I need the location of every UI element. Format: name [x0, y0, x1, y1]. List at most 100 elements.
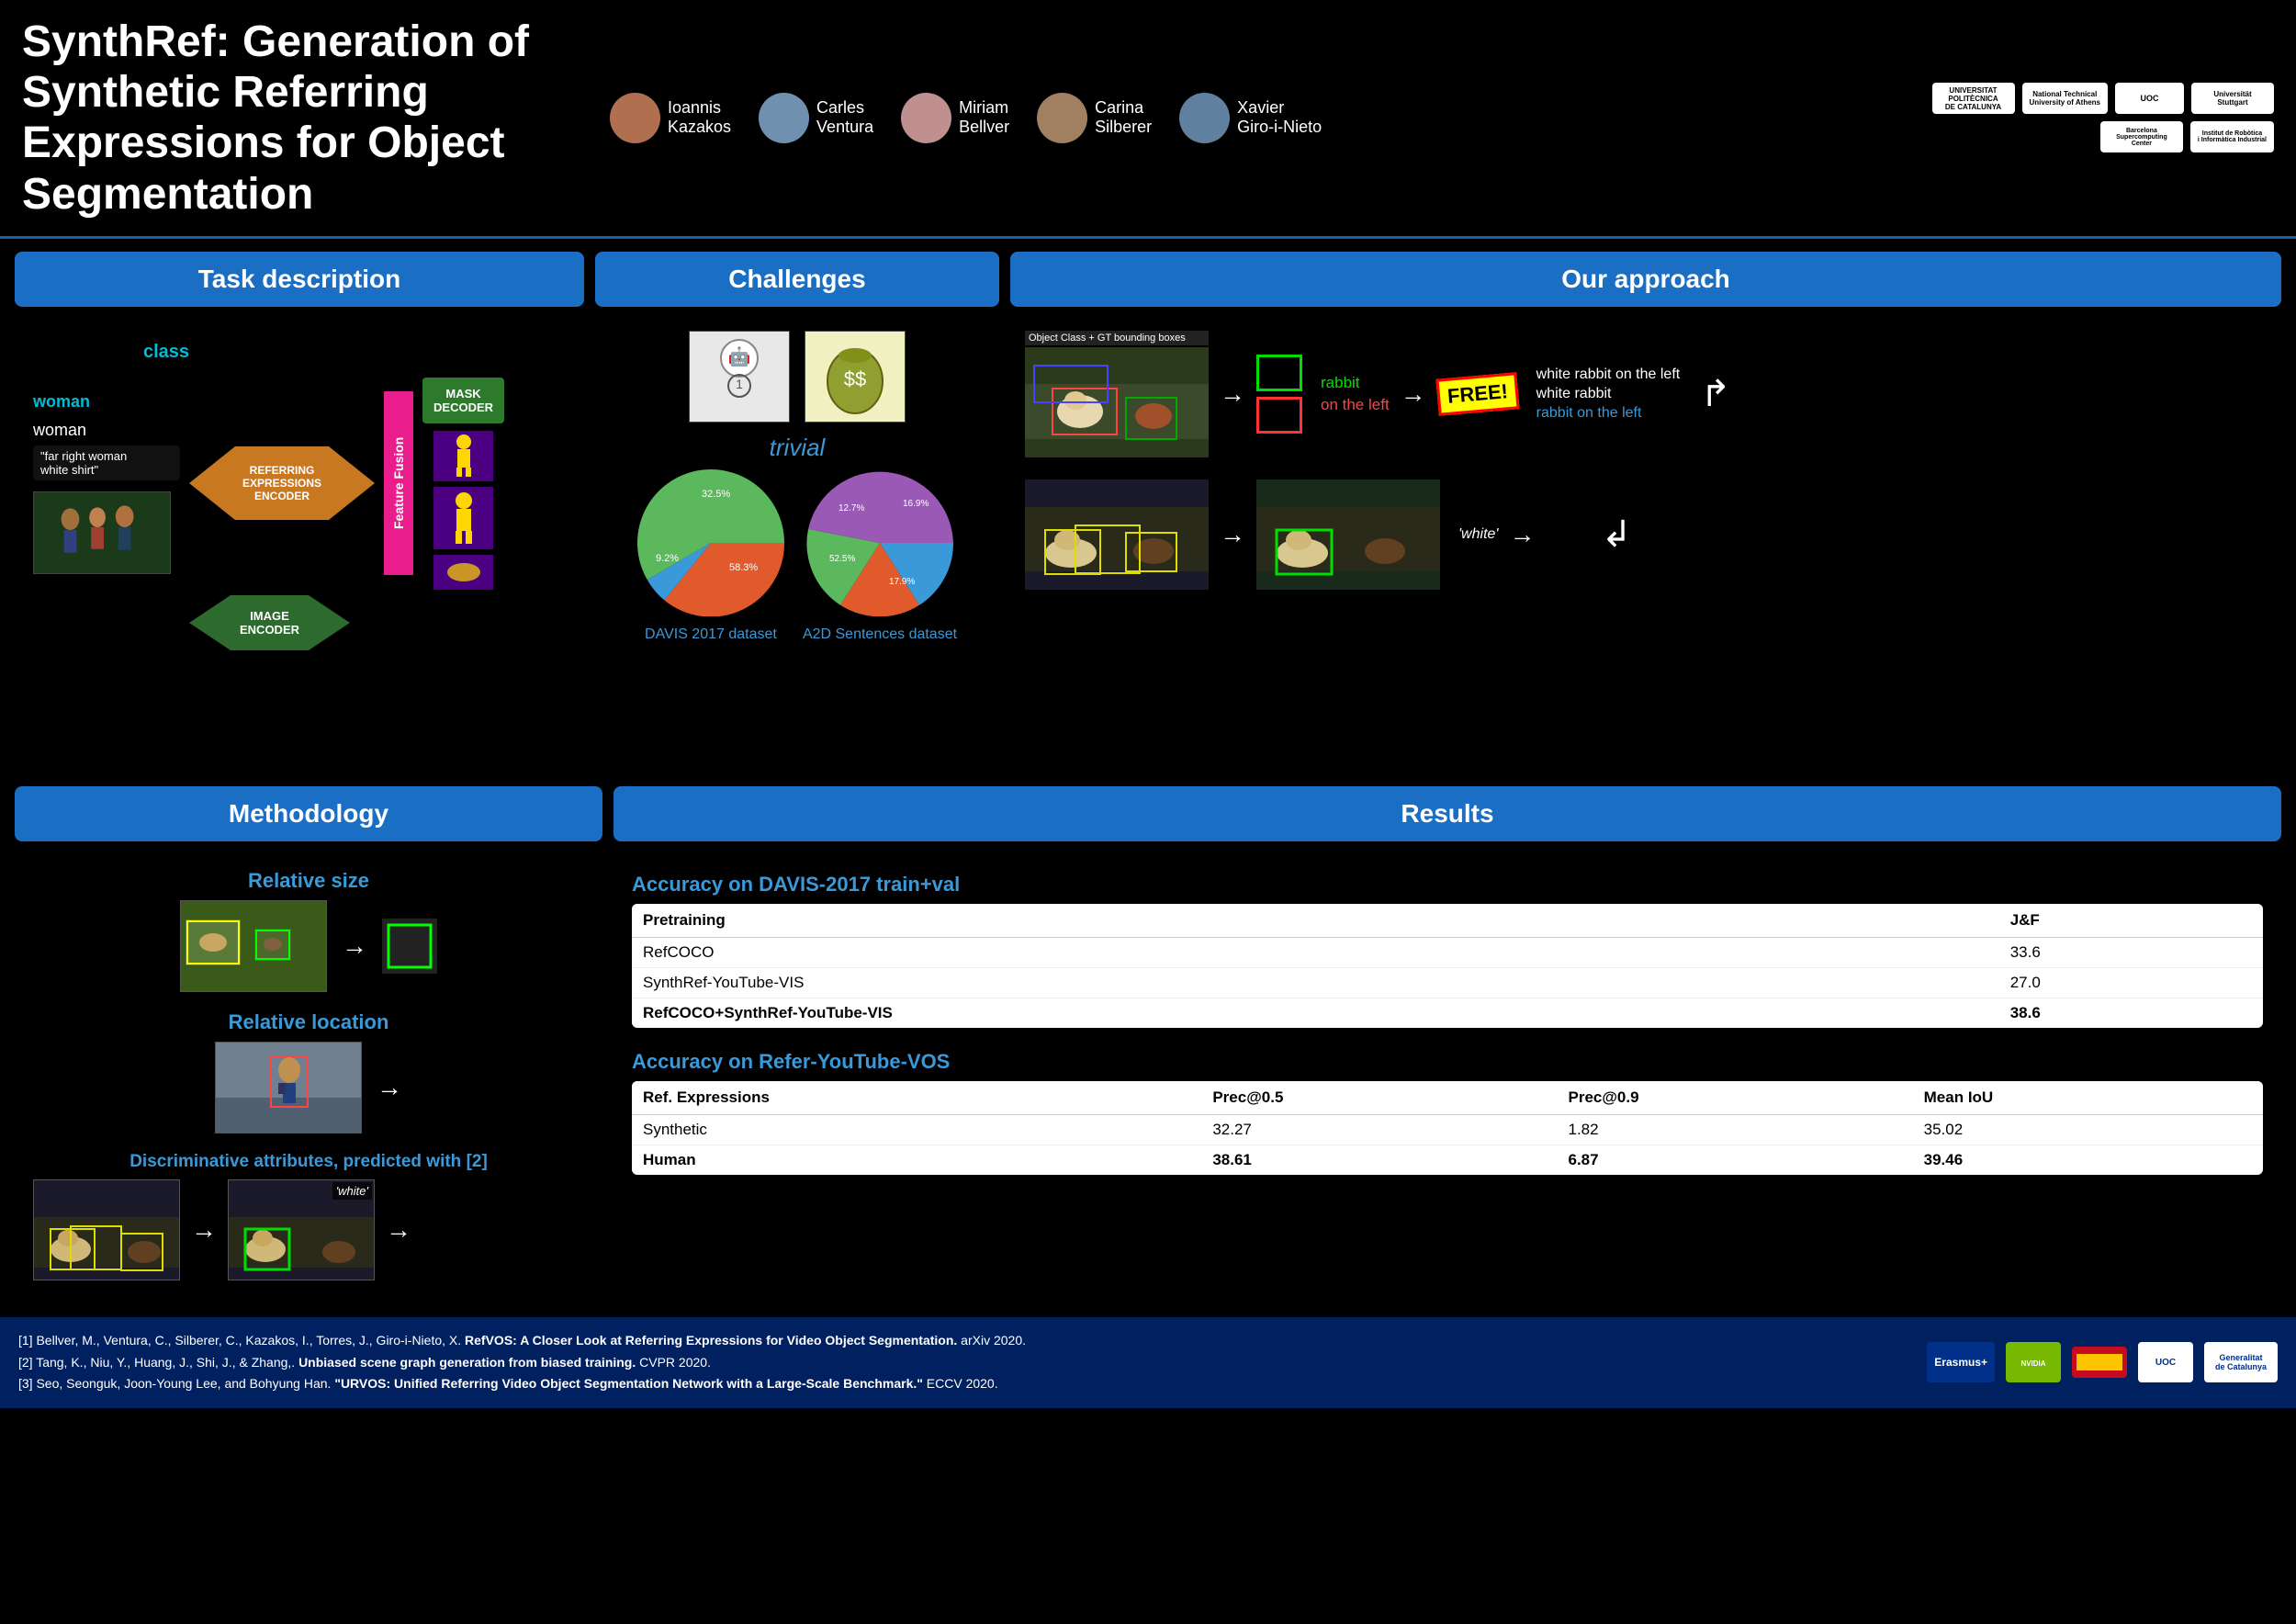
author-name-2: CarlesVentura	[816, 98, 873, 138]
table1-row3-col1: RefCOCO+SynthRef-YouTube-VIS	[632, 998, 1999, 1028]
result-text-2: white rabbit	[1536, 386, 1681, 402]
feature-fusion-bar: Feature Fusion	[384, 391, 413, 575]
author-name-1: IoannisKazakos	[668, 98, 731, 138]
approach-arrow-2: →	[1401, 379, 1426, 409]
results-table-1: Pretraining J&F RefCOCO 33.6 SynthRef-Yo…	[632, 904, 2263, 1028]
relative-size-subtitle: Relative size	[15, 869, 602, 893]
approach-arrow-3: →	[1220, 520, 1245, 549]
svg-text:🤖: 🤖	[728, 345, 751, 367]
footer: [1] Bellver, M., Ventura, C., Silberer, …	[0, 1317, 2296, 1408]
scene-output-bottom	[1256, 479, 1440, 590]
logo-upc: UNIVERSITATPOLITÈCNICADE CATALUNYA	[1932, 83, 2015, 114]
table2-row-synthetic: Synthetic 32.27 1.82 35.02	[632, 1114, 2263, 1145]
institution-logos: UNIVERSITATPOLITÈCNICADE CATALUNYA Natio…	[1925, 83, 2274, 152]
main-top-content: class woman woman "far right womanwhite …	[0, 314, 2296, 773]
scene-with-boxes-bottom	[1025, 479, 1209, 590]
section-headers-top: Task description Challenges Our approach	[0, 239, 2296, 314]
trivial-label: trivial	[604, 434, 990, 462]
results-table-2: Ref. Expressions Prec@0.5 Prec@0.9 Mean …	[632, 1081, 2263, 1175]
svg-text:16.9%: 16.9%	[903, 499, 929, 509]
relative-location-image	[215, 1042, 362, 1133]
mask-decoder-box: MASKDECODER	[422, 378, 504, 423]
author-avatar-1	[610, 93, 660, 143]
free-badge: FREE!	[1435, 372, 1519, 416]
table2-header-prec09: Prec@0.9	[1557, 1081, 1912, 1115]
approach-labels-top: rabbit on the left	[1321, 374, 1390, 414]
table2-row-human: Human 38.61 6.87 39.46	[632, 1145, 2263, 1175]
svg-text:58.3%: 58.3%	[729, 562, 758, 573]
footer-logo-nvidia: NVIDIA	[2006, 1342, 2061, 1382]
table2-row2-col2: 38.61	[1201, 1145, 1557, 1175]
relative-size-row: →	[15, 900, 602, 992]
disc-attr-arrow2: →	[386, 1215, 411, 1245]
results-title-1: Accuracy on DAVIS-2017 train+val	[632, 873, 2263, 897]
approach-header: Our approach	[1010, 252, 2281, 307]
approach-arrow-1: →	[1220, 379, 1245, 409]
table1-header-pretraining: Pretraining	[632, 904, 1999, 938]
table2-row1-col4: 35.02	[1913, 1114, 2263, 1145]
logo-stuttgart: UniversitätStuttgart	[2191, 83, 2274, 114]
table1-header-jf: J&F	[1999, 904, 2263, 938]
svg-text:17.9%: 17.9%	[889, 577, 915, 587]
woman-label-mid: woman	[33, 421, 180, 440]
author-avatar-2	[759, 93, 809, 143]
table2-header-prec05: Prec@0.5	[1201, 1081, 1557, 1115]
challenges-header: Challenges	[595, 252, 999, 307]
author-4: CarinaSilberer	[1037, 93, 1152, 143]
svg-text:1: 1	[736, 377, 743, 391]
table1-row3-col2: 38.6	[1999, 998, 2263, 1028]
table1-row-refcoco: RefCOCO 33.6	[632, 937, 2263, 967]
relative-location-subtitle: Relative location	[15, 1010, 602, 1034]
disc-attr-arrow1: →	[191, 1215, 217, 1245]
table2-header-meaniou: Mean IoU	[1913, 1081, 2263, 1115]
image-encoder-label: IMAGEENCODER	[240, 609, 299, 637]
ref-1: [1] Bellver, M., Ventura, C., Silberer, …	[18, 1330, 1908, 1352]
task-header: Task description	[15, 252, 584, 307]
footer-logo-uoc-footer: UOC	[2138, 1342, 2193, 1382]
author-1: IoannisKazakos	[610, 93, 731, 143]
svg-text:NVIDIA: NVIDIA	[2020, 1359, 2045, 1368]
footer-references: [1] Bellver, M., Ventura, C., Silberer, …	[18, 1330, 1908, 1395]
our-approach-panel: Object Class + GT bounding boxes	[1010, 323, 2281, 773]
relative-size-image	[180, 900, 327, 992]
challenge-image-1: 🤖 1	[689, 331, 790, 423]
footer-logo-erasmus: Erasmus+	[1927, 1342, 1995, 1382]
disc-attr-row: → 'white' →	[15, 1179, 602, 1280]
footer-logo-spain	[2072, 1347, 2127, 1378]
svg-text:12.7%: 12.7%	[838, 503, 864, 513]
author-name-5: XavierGiro-i-Nieto	[1237, 98, 1322, 138]
table2-row1-col3: 1.82	[1557, 1114, 1912, 1145]
relative-size-output	[382, 919, 437, 974]
logo-uoc: UOC	[2115, 83, 2184, 114]
header: SynthRef: Generation of Synthetic Referr…	[0, 0, 2296, 239]
mask-output-1	[433, 431, 493, 481]
logo-iridis: Institut de Robòticai Informàtica Indust…	[2190, 121, 2274, 152]
approach-labels-bottom: 'white'	[1458, 526, 1498, 543]
table2-row1-col1: Synthetic	[632, 1114, 1201, 1145]
table2-row2-col3: 6.87	[1557, 1145, 1912, 1175]
white-label: 'white'	[1458, 526, 1498, 543]
paper-title: SynthRef: Generation of Synthetic Referr…	[22, 17, 591, 220]
ref-2: [2] Tang, K., Niu, Y., Huang, J., Shi, J…	[18, 1352, 1908, 1374]
ref-3: [3] Seo, Seonguk, Joon-Young Lee, and Bo…	[18, 1373, 1908, 1395]
table1-row2-col2: 27.0	[1999, 967, 2263, 998]
footer-logo-generalitat: Generalitatde Catalunya	[2204, 1342, 2278, 1382]
table1-row-synthref: SynthRef-YouTube-VIS 27.0	[632, 967, 2263, 998]
rabbit-label: rabbit	[1321, 374, 1390, 392]
table2-header-refexp: Ref. Expressions	[632, 1081, 1201, 1115]
table1-row-combined: RefCOCO+SynthRef-YouTube-VIS 38.6	[632, 998, 2263, 1028]
approach-arrow-4: →	[1509, 520, 1535, 549]
corner-arrow-tr: ↱	[1700, 373, 1731, 415]
author-5: XavierGiro-i-Nieto	[1179, 93, 1322, 143]
result-text-1: white rabbit on the left	[1536, 367, 1681, 383]
encoder-label: REFERRINGEXPRESSIONSENCODER	[242, 464, 321, 502]
bbox-outputs	[1256, 355, 1302, 434]
pie-chart-a2d: 16.9% 17.9% 52.5% 12.7%	[806, 469, 953, 616]
author-name-3: MiriamBellver	[959, 98, 1009, 138]
challenge-image-2: $$	[805, 331, 906, 423]
challenges-panel: 🤖 1 $$ trivial	[595, 323, 999, 773]
author-avatar-5	[1179, 93, 1230, 143]
woman-label-top: woman	[33, 392, 180, 412]
results-title-2: Accuracy on Refer-YouTube-VOS	[632, 1050, 2263, 1074]
results-header: Results	[613, 786, 2281, 841]
